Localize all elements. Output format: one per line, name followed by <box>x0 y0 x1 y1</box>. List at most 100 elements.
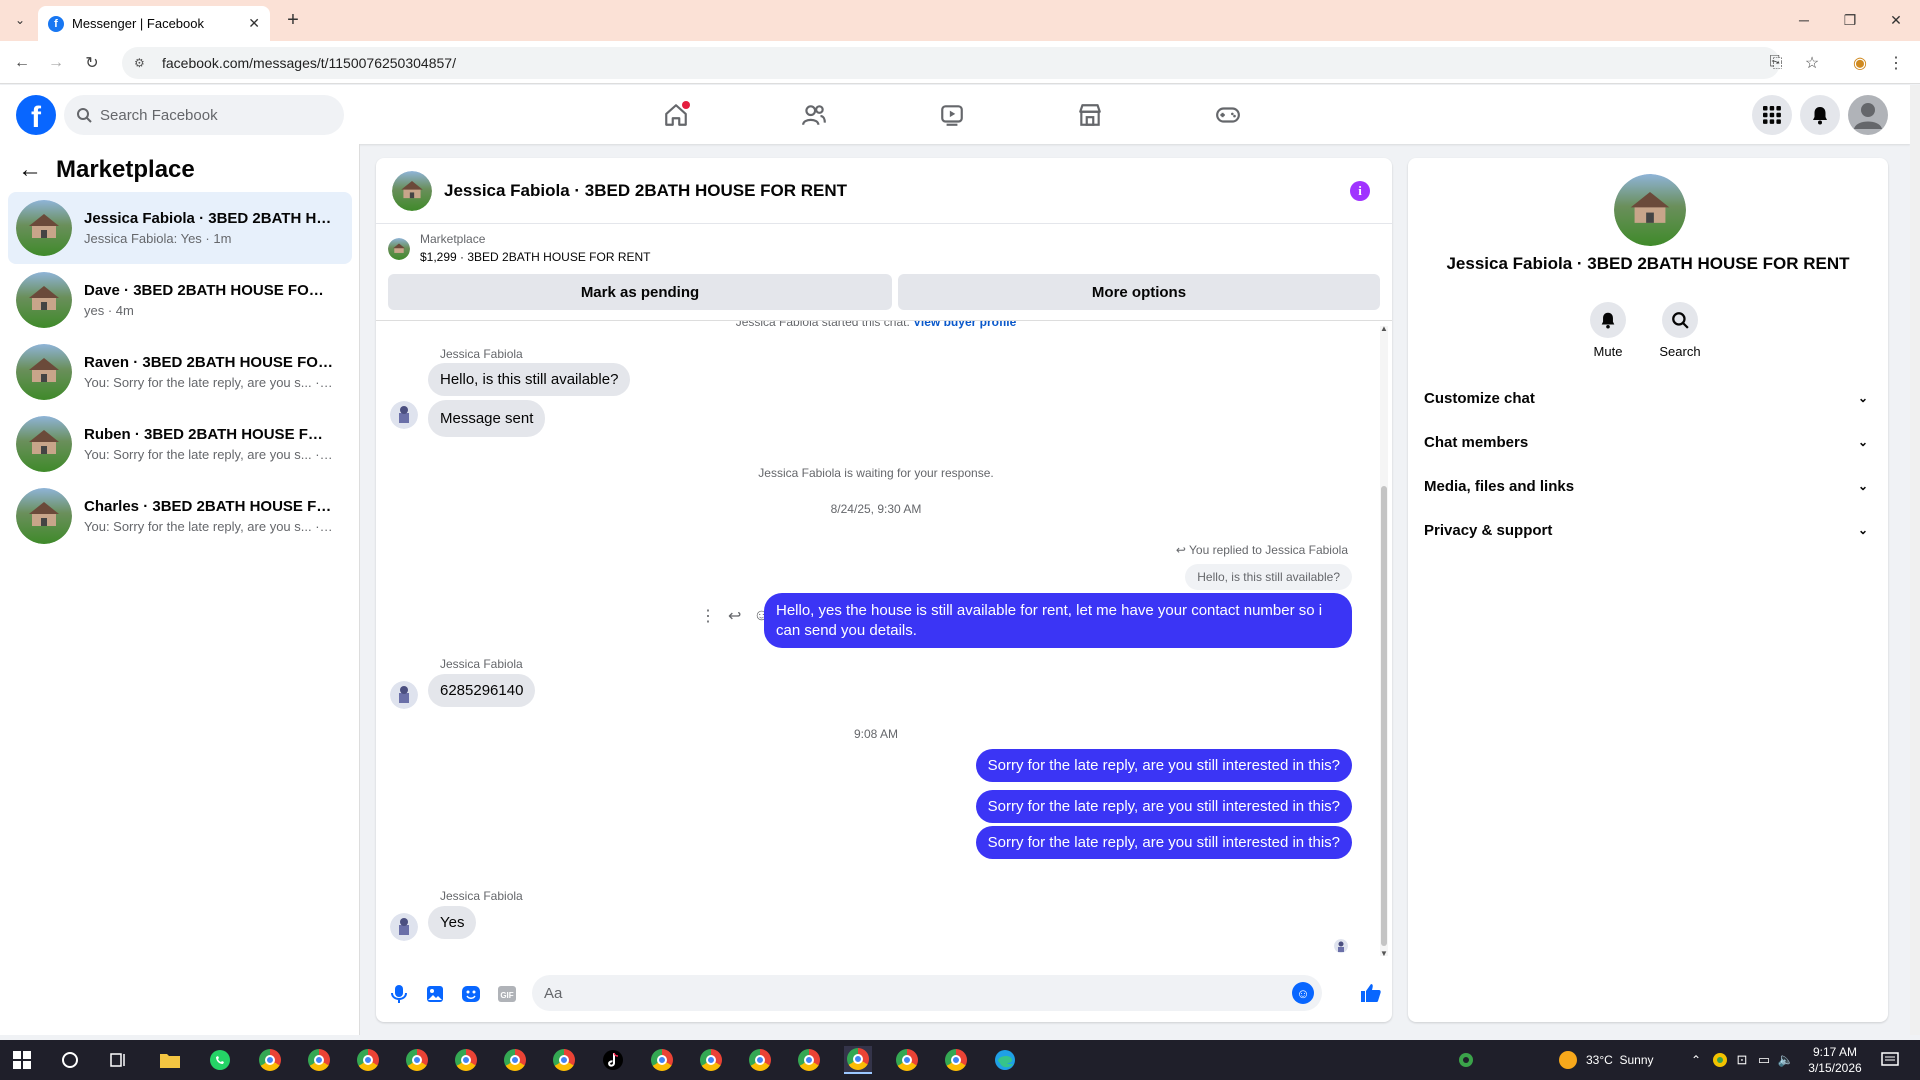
incoming-message[interactable]: 6285296140 <box>428 674 536 707</box>
more-options-button[interactable]: More options <box>898 274 1380 310</box>
customize-chat-section[interactable]: Customize chat ⌄ <box>1424 380 1872 416</box>
chrome-icon[interactable] <box>942 1046 970 1074</box>
menu-grid-icon[interactable] <box>1752 95 1792 135</box>
network-app-icon[interactable] <box>1452 1046 1480 1074</box>
browser-tab-messenger[interactable]: f Messenger | Facebook ✕ <box>38 6 270 41</box>
whatsapp-icon[interactable] <box>206 1046 234 1074</box>
site-info-icon[interactable]: ⚙ <box>134 56 152 70</box>
account-avatar[interactable] <box>1848 95 1888 135</box>
browser-menu-icon[interactable]: ⋮ <box>1884 51 1908 75</box>
incoming-message[interactable]: Yes <box>428 906 477 939</box>
chat-avatar[interactable] <box>392 170 432 211</box>
incoming-message[interactable]: Message sent <box>428 400 546 437</box>
media-files-links-section[interactable]: Media, files and links ⌄ <box>1424 468 1872 504</box>
chrome-icon[interactable] <box>256 1046 284 1074</box>
sticker-icon[interactable] <box>460 983 482 1005</box>
windows-start-icon[interactable] <box>8 1046 36 1074</box>
new-tab-button[interactable]: + <box>282 9 304 31</box>
chrome-icon[interactable] <box>354 1046 382 1074</box>
search-circle-icon[interactable] <box>56 1046 84 1074</box>
conversation-item-charles[interactable]: Charles · 3BED 2BATH HOUSE FOR RENT You:… <box>8 480 352 552</box>
outgoing-message[interactable]: Sorry for the late reply, are you still … <box>975 826 1352 859</box>
conversation-item-jessica[interactable]: Jessica Fabiola · 3BED 2BATH HOUSE FOR R… <box>8 192 352 264</box>
back-arrow-icon[interactable]: ← <box>10 51 34 75</box>
quoted-message[interactable]: Hello, is this still available? <box>1185 564 1352 590</box>
volume-icon[interactable]: 🔈 <box>1772 1046 1800 1074</box>
friends-icon[interactable] <box>794 95 834 135</box>
weather-temp[interactable]: 33°C Sunny <box>1586 1053 1654 1067</box>
mark-as-pending-button[interactable]: Mark as pending <box>388 274 892 310</box>
scroll-down-arrow-icon[interactable]: ▼ <box>1380 949 1388 958</box>
facebook-search-input[interactable]: Search Facebook <box>64 95 344 135</box>
notifications-bell-icon[interactable] <box>1800 95 1840 135</box>
chrome-icon[interactable] <box>403 1046 431 1074</box>
chrome-icon[interactable] <box>795 1046 823 1074</box>
tiktok-icon[interactable] <box>599 1046 627 1074</box>
edge-icon[interactable] <box>991 1046 1019 1074</box>
sender-avatar[interactable] <box>390 681 418 709</box>
chrome-icon[interactable] <box>746 1046 774 1074</box>
emoji-icon[interactable]: ☺ <box>1292 982 1314 1004</box>
task-view-icon[interactable] <box>104 1046 132 1074</box>
message-scrollbar[interactable]: ▲ ▼ <box>1380 324 1388 958</box>
install-app-icon[interactable]: ⎘ <box>1764 51 1788 75</box>
home-icon[interactable] <box>656 95 696 135</box>
outgoing-message[interactable]: Sorry for the late reply, are you still … <box>975 790 1352 823</box>
back-arrow-icon[interactable]: ← <box>18 156 42 184</box>
forward-arrow-icon[interactable]: → <box>44 51 68 75</box>
tab-close-icon[interactable]: ✕ <box>248 15 260 32</box>
incoming-message[interactable]: Hello, is this still available? <box>428 363 631 396</box>
microphone-icon[interactable] <box>388 983 410 1005</box>
file-explorer-icon[interactable] <box>156 1046 184 1074</box>
scroll-up-arrow-icon[interactable]: ▲ <box>1380 324 1388 333</box>
chrome-icon[interactable] <box>550 1046 578 1074</box>
conversation-item-dave[interactable]: Dave · 3BED 2BATH HOUSE FOR RENT yes · 4… <box>8 264 352 336</box>
section-label: Media, files and links <box>1424 477 1575 495</box>
more-actions-icon[interactable]: ⋮ <box>700 606 716 626</box>
profile-avatar[interactable] <box>1614 174 1686 246</box>
sender-avatar[interactable] <box>390 913 418 941</box>
thumbs-up-icon[interactable] <box>1358 980 1384 1006</box>
reply-icon[interactable]: ↩ <box>728 606 741 626</box>
outgoing-message[interactable]: Sorry for the late reply, are you still … <box>975 749 1352 782</box>
address-bar[interactable]: ⚙ facebook.com/messages/t/11500762503048… <box>122 47 1780 79</box>
marketplace-icon[interactable] <box>1070 95 1110 135</box>
listing-summary[interactable]: Marketplace $1,299 · 3BED 2BATH HOUSE FO… <box>388 232 651 264</box>
outgoing-message[interactable]: Hello, yes the house is still available … <box>764 593 1352 648</box>
chrome-icon[interactable] <box>893 1046 921 1074</box>
clock[interactable]: 9:17 AM 3/15/2026 <box>1800 1044 1870 1076</box>
conversation-info-icon[interactable]: i <box>1350 181 1370 201</box>
privacy-support-section[interactable]: Privacy & support ⌄ <box>1424 512 1872 548</box>
search-in-conversation-button[interactable]: Search <box>1650 302 1710 359</box>
scrollbar-thumb[interactable] <box>1381 486 1387 946</box>
message-input[interactable]: Aa ☺ <box>532 975 1322 1011</box>
chat-title[interactable]: Jessica Fabiola · 3BED 2BATH HOUSE FOR R… <box>444 181 847 201</box>
home-notification-dot <box>682 101 690 109</box>
chrome-icon-active[interactable] <box>844 1046 872 1074</box>
profile-icon[interactable]: ◉ <box>1848 51 1872 75</box>
mute-button[interactable]: Mute <box>1578 302 1638 359</box>
reload-icon[interactable]: ↻ <box>80 51 104 75</box>
facebook-logo-icon[interactable]: f <box>16 95 56 135</box>
gif-icon[interactable]: GIF <box>496 983 518 1005</box>
chrome-icon[interactable] <box>501 1046 529 1074</box>
notification-center-icon[interactable] <box>1876 1046 1904 1074</box>
conversation-item-raven[interactable]: Raven · 3BED 2BATH HOUSE FOR RENT You: S… <box>8 336 352 408</box>
minimize-button[interactable]: ─ <box>1784 8 1824 32</box>
restore-button[interactable]: ❐ <box>1830 8 1870 32</box>
conversation-item-ruben[interactable]: Ruben · 3BED 2BATH HOUSE FOR RENT You: S… <box>8 408 352 480</box>
chrome-icon[interactable] <box>697 1046 725 1074</box>
chrome-icon[interactable] <box>305 1046 333 1074</box>
bookmark-star-icon[interactable]: ☆ <box>1800 51 1824 75</box>
page-scrollbar[interactable] <box>1910 85 1920 1035</box>
sender-avatar[interactable] <box>390 401 418 429</box>
video-icon[interactable] <box>932 95 972 135</box>
gaming-icon[interactable] <box>1208 95 1248 135</box>
view-buyer-profile-link[interactable]: View buyer profile <box>913 321 1016 329</box>
chrome-icon[interactable] <box>452 1046 480 1074</box>
chat-members-section[interactable]: Chat members ⌄ <box>1424 424 1872 460</box>
chrome-icon[interactable] <box>648 1046 676 1074</box>
tab-search-dropdown-icon[interactable]: ⌄ <box>8 8 32 32</box>
photo-icon[interactable] <box>424 983 446 1005</box>
close-window-button[interactable]: ✕ <box>1876 8 1916 32</box>
